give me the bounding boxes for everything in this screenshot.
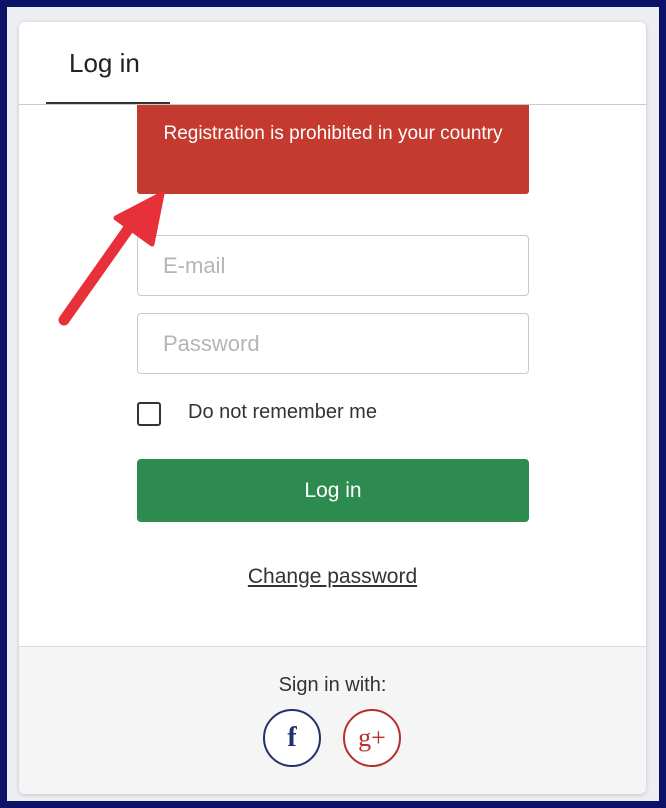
- tab-login-label: Log in: [69, 48, 140, 78]
- remember-checkbox[interactable]: [137, 402, 161, 426]
- tab-bar: Log in: [19, 22, 646, 105]
- sign-in-with-label: Sign in with:: [278, 674, 387, 696]
- tab-login[interactable]: Log in: [46, 22, 170, 104]
- annotation-arrow-icon: [58, 191, 165, 326]
- error-alert: Registration is prohibited in your count…: [137, 105, 529, 194]
- google-plus-icon: g+: [358, 723, 386, 752]
- email-field[interactable]: [137, 235, 529, 296]
- change-password-row: Change password: [19, 565, 646, 589]
- login-button[interactable]: Log in: [137, 459, 529, 522]
- facebook-login-button[interactable]: f: [263, 709, 321, 767]
- remember-label[interactable]: Do not remember me: [188, 401, 377, 424]
- facebook-icon: f: [287, 722, 297, 753]
- change-password-link[interactable]: Change password: [248, 565, 417, 588]
- error-alert-message: Registration is prohibited in your count…: [163, 123, 503, 144]
- google-plus-login-button[interactable]: g+: [343, 709, 401, 767]
- password-field[interactable]: [137, 313, 529, 374]
- social-login-footer: Sign in with: f g+: [19, 646, 646, 794]
- login-card: Log in Registration is prohibited in you…: [19, 22, 646, 794]
